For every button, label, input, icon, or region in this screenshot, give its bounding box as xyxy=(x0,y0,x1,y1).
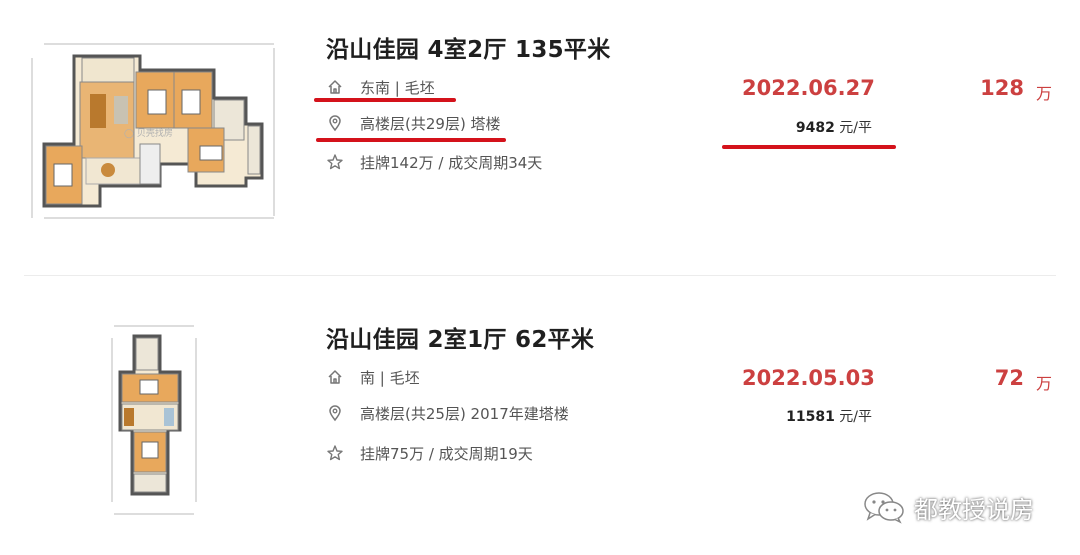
orientation-row: 东南 | 毛坯 xyxy=(326,76,435,98)
orientation-row: 南 | 毛坯 xyxy=(326,366,420,388)
orientation-text: 东南 | 毛坯 xyxy=(360,78,435,97)
deal-row: 挂牌142万 / 成交周期34天 xyxy=(326,151,542,173)
unit-price-unit: 元/平 xyxy=(839,409,872,425)
listing-title[interactable]: 沿山佳园 4室2厅 135平米 xyxy=(326,30,611,64)
annotation-underline xyxy=(722,145,896,149)
floorplan-image xyxy=(108,322,200,518)
floor-row: 高楼层(共25层) 2017年建塔楼 xyxy=(326,402,569,424)
house-icon xyxy=(326,78,344,96)
floor-row: 高楼层(共29层) 塔楼 xyxy=(326,112,501,134)
location-pin-icon xyxy=(326,114,344,132)
deal-text: 挂牌75万 / 成交周期19天 xyxy=(360,444,533,463)
listing-item[interactable]: ◯ 贝壳找房 沿山佳园 4室2厅 135平米 东南 | 毛坯 高楼层(共29层)… xyxy=(0,0,1080,275)
total-price: 128 xyxy=(980,76,1024,100)
unit-price: 9482 元/平 xyxy=(796,117,872,137)
deal-date: 2022.06.27 xyxy=(742,76,875,100)
floor-text: 高楼层(共29层) 塔楼 xyxy=(360,114,501,133)
deal-row: 挂牌75万 / 成交周期19天 xyxy=(326,442,533,464)
unit-price-unit: 元/平 xyxy=(839,120,872,136)
svg-text:◯ 贝壳找房: ◯ 贝壳找房 xyxy=(124,127,173,139)
watermark-text: 都教授说房 xyxy=(914,495,1034,524)
unit-price: 11581 元/平 xyxy=(786,406,872,426)
deal-date: 2022.05.03 xyxy=(742,366,875,390)
location-pin-icon xyxy=(326,404,344,422)
listing-title[interactable]: 沿山佳园 2室1厅 62平米 xyxy=(326,320,594,354)
star-icon xyxy=(326,153,344,171)
total-price: 72 xyxy=(994,366,1024,390)
annotation-underline xyxy=(316,138,506,142)
annotation-underline xyxy=(314,98,456,102)
floorplan-image: ◯ 贝壳找房 xyxy=(24,38,280,224)
floorplan-thumbnail[interactable]: ◯ 贝壳找房 xyxy=(24,38,280,224)
star-icon xyxy=(326,444,344,462)
house-icon xyxy=(326,368,344,386)
total-price-unit: 万 xyxy=(1036,84,1053,103)
orientation-text: 南 | 毛坯 xyxy=(360,368,420,387)
wechat-icon xyxy=(862,490,906,524)
unit-price-value: 9482 xyxy=(795,120,835,136)
floorplan-thumbnail[interactable] xyxy=(108,322,200,518)
total-price-unit: 万 xyxy=(1036,374,1053,393)
unit-price-value: 11581 xyxy=(786,409,835,425)
floor-text: 高楼层(共25层) 2017年建塔楼 xyxy=(360,404,569,423)
watermark: 都教授说房 xyxy=(862,488,1034,526)
deal-text: 挂牌142万 / 成交周期34天 xyxy=(360,153,543,172)
